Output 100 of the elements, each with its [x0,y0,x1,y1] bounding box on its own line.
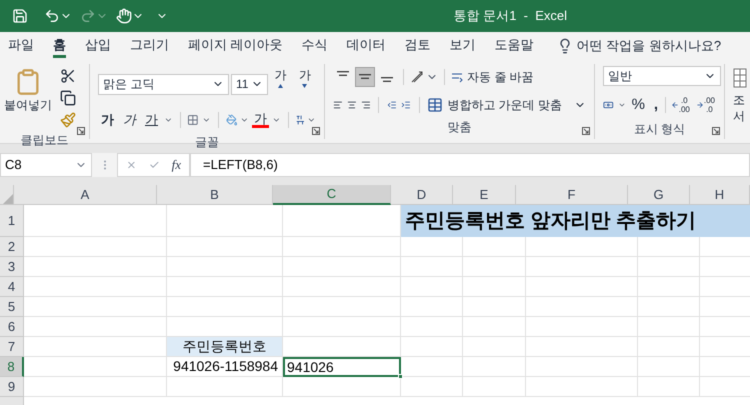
font-size-field[interactable]: 11 [230,74,268,94]
empty-cell[interactable] [167,297,283,317]
save-icon[interactable] [12,8,28,24]
dialog-launcher-icon[interactable] [312,127,320,135]
empty-cell[interactable] [638,237,700,257]
italic-button[interactable]: 가 [120,110,139,130]
empty-cell[interactable] [401,257,463,277]
empty-cell[interactable] [638,317,700,337]
fill-handle[interactable] [398,374,403,379]
phonetic-icon[interactable] [296,112,304,127]
fill-color-icon[interactable] [226,112,238,128]
empty-cell[interactable] [463,357,526,377]
empty-cell[interactable] [283,277,401,297]
empty-cell[interactable] [401,317,463,337]
row-header[interactable]: 5 [0,297,24,317]
row-header[interactable]: 8 [0,357,24,377]
empty-cell[interactable] [463,257,526,277]
shrink-font-button[interactable]: 가 [294,66,316,102]
empty-cell[interactable] [638,297,700,317]
orientation-icon[interactable] [410,70,424,84]
empty-cell[interactable] [463,337,526,357]
vertical-align-button[interactable] [355,66,375,86]
empty-cell[interactable] [463,237,526,257]
ribbon-tab[interactable]: 보기 [450,34,476,58]
empty-cell[interactable] [401,277,463,297]
dialog-launcher-icon[interactable] [712,127,720,135]
dialog-launcher-icon[interactable] [77,127,85,135]
empty-cell[interactable] [167,277,283,297]
empty-cell[interactable] [526,297,638,317]
empty-cell[interactable] [638,277,700,297]
ribbon-tab[interactable]: 그리기 [130,34,169,58]
touch-mode-icon[interactable] [116,8,132,24]
conditional-format-button[interactable]: 조 서 [733,92,745,124]
empty-cell[interactable] [463,297,526,317]
row-header[interactable]: 9 [0,377,24,397]
empty-cell[interactable] [526,377,638,397]
empty-cell[interactable] [463,377,526,397]
increase-decimal-button[interactable]: .0 .00 [670,96,691,114]
empty-cell[interactable] [401,237,463,257]
empty-cell[interactable] [401,337,463,357]
column-header[interactable]: A [14,185,157,205]
active-cell[interactable]: 941026 [283,357,401,377]
ribbon-tab[interactable]: 페이지 레이아웃 [188,34,283,58]
empty-cell[interactable] [283,237,401,257]
empty-cell[interactable] [526,317,638,337]
ribbon-tab[interactable]: 파일 [8,34,34,58]
grow-font-button[interactable]: 가 [270,66,292,102]
row-header[interactable]: 6 [0,317,24,337]
merge-center-button[interactable]: 병합하고 가운데 맞춤 [427,96,586,114]
insert-function-button[interactable]: fx [172,155,181,175]
empty-cell[interactable] [526,237,638,257]
bold-button[interactable]: 가 [98,110,117,130]
conditional-format-icon[interactable] [733,68,747,88]
empty-cell[interactable] [283,377,401,397]
wrap-text-button[interactable]: 자동 줄 바꿈 [451,68,534,86]
empty-cell[interactable] [638,377,700,397]
ribbon-tab[interactable]: 도움말 [494,34,534,58]
empty-cell[interactable] [401,297,463,317]
copy-icon[interactable] [60,90,76,106]
percent-button[interactable]: % [630,94,647,116]
empty-cell[interactable] [463,277,526,297]
row-header[interactable]: 3 [0,257,24,277]
underline-button[interactable]: 가 [142,110,161,130]
empty-cell[interactable] [638,357,700,377]
empty-cell[interactable] [638,337,700,357]
paste-button[interactable]: 붙여넣기 [4,64,52,128]
font-name-field[interactable]: 맑은 고딕 [98,74,229,94]
empty-cell[interactable] [167,205,283,237]
empty-cell[interactable] [283,257,401,277]
column-header[interactable]: C [273,185,391,205]
empty-cell[interactable] [526,357,638,377]
empty-cell[interactable] [167,237,283,257]
empty-cell[interactable] [526,257,638,277]
undo-icon[interactable] [44,8,60,24]
name-box[interactable]: C8 [0,153,92,177]
dialog-launcher-icon[interactable] [582,127,590,135]
cut-icon[interactable] [60,68,76,84]
font-color-button[interactable]: 가 [252,112,270,128]
empty-cell[interactable] [526,277,638,297]
ribbon-tab[interactable]: 검토 [404,34,431,58]
empty-cell[interactable] [526,337,638,357]
empty-cell[interactable] [283,297,401,317]
empty-cell[interactable] [463,317,526,337]
row-header[interactable]: 2 [0,237,24,257]
tell-me-field[interactable]: 어떤 작업을 원하시나요? [576,36,722,56]
formula-field[interactable]: =LEFT(B8,6) [190,153,750,177]
ribbon-tab[interactable]: 데이터 [346,34,386,58]
format-painter-icon[interactable] [60,112,76,128]
empty-cell[interactable] [167,257,283,277]
empty-cell[interactable] [167,377,283,397]
row-header[interactable]: 1 [0,205,24,237]
row-header[interactable]: 7 [0,337,24,357]
row-header[interactable]: 4 [0,277,24,297]
empty-cell[interactable] [638,257,700,277]
decrease-decimal-button[interactable]: .00 .0 [694,96,716,114]
comma-button[interactable]: , [650,94,662,116]
empty-cell[interactable] [401,357,463,377]
ribbon-tab[interactable]: 삽입 [85,34,111,58]
empty-cell[interactable] [401,377,463,397]
number-format-field[interactable]: 일반 [603,66,721,86]
